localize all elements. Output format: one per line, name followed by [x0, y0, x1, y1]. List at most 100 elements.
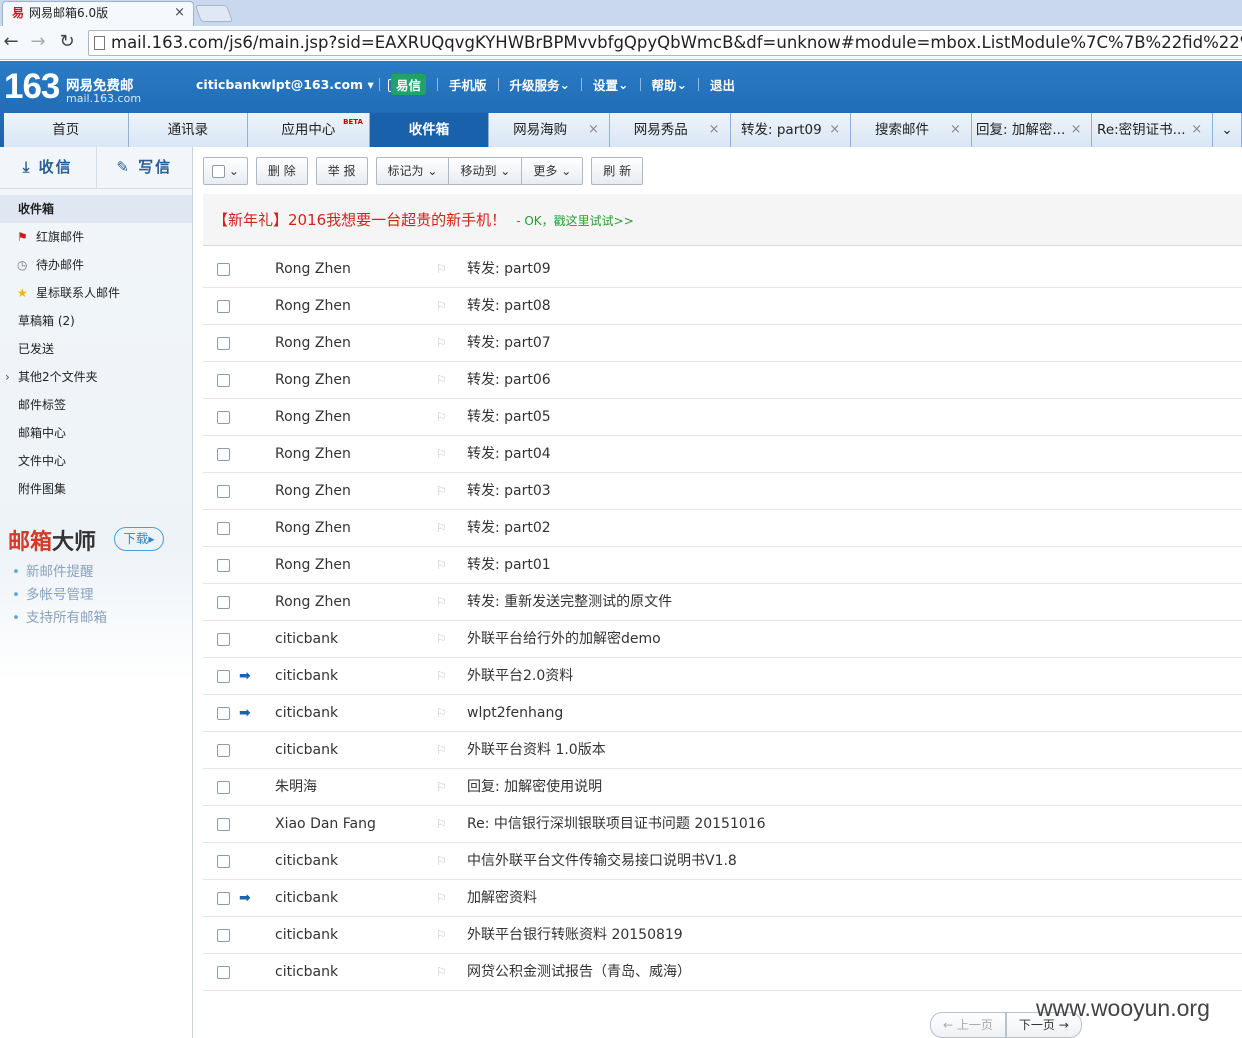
- close-icon[interactable]: ×: [709, 113, 720, 147]
- flag-icon[interactable]: ⚐: [436, 769, 447, 806]
- mail-subject[interactable]: 转发: part09: [467, 251, 551, 288]
- mail-subject[interactable]: 外联平台银行转账资料 20150819: [467, 917, 683, 954]
- mail-subject[interactable]: 中信外联平台文件传输交易接口说明书V1.8: [467, 843, 737, 880]
- tab-search-mail[interactable]: 搜索邮件 ×: [851, 113, 972, 147]
- table-row[interactable]: Rong Zhen ⚐ 转发: part01: [203, 547, 1242, 584]
- tab-fwd-part09[interactable]: 转发: part09 ×: [730, 113, 852, 147]
- mail-from[interactable]: citicbank: [275, 843, 338, 880]
- mail-subject[interactable]: wlpt2fenhang: [467, 695, 563, 732]
- mail-from[interactable]: citicbank: [275, 880, 338, 917]
- mail-subject[interactable]: 外联平台资料 1.0版本: [467, 732, 606, 769]
- row-checkbox[interactable]: [217, 818, 230, 831]
- flag-icon[interactable]: ⚐: [436, 288, 447, 325]
- mail-subject[interactable]: 转发: part05: [467, 399, 551, 436]
- row-checkbox[interactable]: [217, 707, 230, 720]
- back-arrow-icon[interactable]: ←: [0, 31, 22, 53]
- flag-icon[interactable]: ⚐: [436, 843, 447, 880]
- download-button[interactable]: 下载▸: [114, 527, 164, 551]
- table-row[interactable]: Rong Zhen ⚐ 转发: part05: [203, 399, 1242, 436]
- tab-haigou[interactable]: 网易海购 ×: [489, 113, 610, 147]
- row-checkbox[interactable]: [217, 300, 230, 313]
- mail-subject[interactable]: 转发: part07: [467, 325, 551, 362]
- close-icon[interactable]: ×: [1071, 113, 1082, 147]
- sidebar-item-star-contacts[interactable]: ★ 星标联系人邮件: [0, 279, 192, 307]
- table-row[interactable]: ➡ citicbank ⚐ wlpt2fenhang: [203, 695, 1242, 732]
- tab-home[interactable]: 首页: [4, 113, 129, 147]
- row-checkbox[interactable]: [217, 744, 230, 757]
- table-row[interactable]: Xiao Dan Fang ⚐ Re: 中信银行深圳银联项目证书问题 2015101…: [203, 806, 1242, 843]
- table-row[interactable]: ➡ citicbank ⚐ 加解密资料: [203, 880, 1242, 917]
- mail-subject[interactable]: 转发: part03: [467, 473, 551, 510]
- table-row[interactable]: Rong Zhen ⚐ 转发: part03: [203, 473, 1242, 510]
- menu-help[interactable]: 帮助: [652, 75, 677, 94]
- table-row[interactable]: citicbank ⚐ 外联平台银行转账资料 20150819: [203, 917, 1242, 954]
- table-row[interactable]: Rong Zhen ⚐ 转发: part09: [203, 251, 1242, 288]
- mail-subject[interactable]: 回复: 加解密使用说明: [467, 769, 602, 806]
- mail-subject[interactable]: 转发: part01: [467, 547, 551, 584]
- row-checkbox[interactable]: [217, 670, 230, 683]
- table-row[interactable]: citicbank ⚐ 外联平台资料 1.0版本: [203, 732, 1242, 769]
- close-icon[interactable]: ×: [1191, 113, 1202, 147]
- mail-subject[interactable]: 转发: 重新发送完整测试的原文件: [467, 584, 672, 621]
- mail-subject[interactable]: Re: 中信银行深圳银联项目证书问题 20151016: [467, 806, 766, 843]
- flag-icon[interactable]: ⚐: [436, 695, 447, 732]
- row-checkbox[interactable]: [217, 337, 230, 350]
- move-to-button[interactable]: 移动到 ⌄: [449, 157, 523, 185]
- flag-icon[interactable]: ⚐: [436, 547, 447, 584]
- tab-app-center[interactable]: 应用中心 BETA: [248, 113, 370, 147]
- prev-page-button[interactable]: ← 上一页: [930, 1012, 1006, 1038]
- mark-as-button[interactable]: 标记为 ⌄: [375, 157, 450, 185]
- chevron-right-icon[interactable]: ›: [5, 363, 10, 391]
- row-checkbox[interactable]: [217, 892, 230, 905]
- promo-link[interactable]: - OK，戳这里试试>>: [516, 214, 634, 228]
- flag-icon[interactable]: ⚐: [436, 362, 447, 399]
- flag-icon[interactable]: ⚐: [436, 436, 447, 473]
- account-menu[interactable]: citicbankwlpt@163.com ▾: [196, 77, 398, 92]
- select-all-checkbox[interactable]: [212, 165, 225, 178]
- mail-master-title[interactable]: 邮箱大师: [8, 524, 96, 556]
- table-row[interactable]: Rong Zhen ⚐ 转发: part02: [203, 510, 1242, 547]
- mail-subject[interactable]: 外联平台2.0资料: [467, 658, 573, 695]
- table-row[interactable]: Rong Zhen ⚐ 转发: part07: [203, 325, 1242, 362]
- sidebar-item-drafts[interactable]: 草稿箱 (2): [0, 307, 192, 335]
- logo-number[interactable]: 163: [4, 67, 60, 107]
- close-icon[interactable]: ×: [950, 113, 961, 147]
- flag-icon[interactable]: ⚐: [436, 954, 447, 991]
- flag-icon[interactable]: ⚐: [436, 473, 447, 510]
- row-checkbox[interactable]: [217, 485, 230, 498]
- menu-upgrade[interactable]: 升级服务: [510, 75, 560, 94]
- write-button[interactable]: ✎ 写信: [97, 147, 193, 188]
- browser-tab[interactable]: 易 网易邮箱6.0版 ×: [2, 1, 194, 26]
- address-bar[interactable]: mail.163.com/js6/main.jsp?sid=EAXRUQqvgK…: [88, 30, 1242, 56]
- sidebar-item-todo[interactable]: ◷ 待办邮件: [0, 251, 192, 279]
- sidebar-item-attachments[interactable]: 附件图集: [0, 475, 192, 503]
- promo-text[interactable]: 【新年礼】2016我想要一台超贵的新手机！: [213, 211, 506, 229]
- mail-from[interactable]: Rong Zhen: [275, 510, 351, 547]
- tab-re-key-cert[interactable]: Re:密钥证书... ×: [1092, 113, 1214, 147]
- table-row[interactable]: Rong Zhen ⚐ 转发: 重新发送完整测试的原文件: [203, 584, 1242, 621]
- mail-subject[interactable]: 转发: part08: [467, 288, 551, 325]
- more-button[interactable]: 更多 ⌄: [522, 157, 584, 185]
- sidebar-item-sent[interactable]: 已发送: [0, 335, 192, 363]
- tab-close-icon[interactable]: ×: [174, 2, 185, 24]
- row-checkbox[interactable]: [217, 411, 230, 424]
- mail-from[interactable]: Rong Zhen: [275, 399, 351, 436]
- close-icon[interactable]: ×: [588, 113, 599, 147]
- row-checkbox[interactable]: [217, 633, 230, 646]
- select-all-dropdown[interactable]: ⌄: [203, 157, 248, 185]
- flag-icon[interactable]: ⚐: [436, 880, 447, 917]
- menu-logout[interactable]: 退出: [710, 75, 735, 94]
- mail-subject[interactable]: 网贷公积金测试报告（青岛、威海）: [467, 954, 691, 991]
- mail-from[interactable]: citicbank: [275, 732, 338, 769]
- row-checkbox[interactable]: [217, 522, 230, 535]
- row-checkbox[interactable]: [217, 855, 230, 868]
- flag-icon[interactable]: ⚐: [436, 251, 447, 288]
- mail-from[interactable]: Rong Zhen: [275, 584, 351, 621]
- mail-subject[interactable]: 转发: part04: [467, 436, 551, 473]
- table-row[interactable]: ➡ citicbank ⚐ 外联平台2.0资料: [203, 658, 1242, 695]
- row-checkbox[interactable]: [217, 781, 230, 794]
- row-checkbox[interactable]: [217, 448, 230, 461]
- mail-subject[interactable]: 转发: part02: [467, 510, 551, 547]
- tab-reply-decrypt[interactable]: 回复: 加解密... ×: [971, 113, 1093, 147]
- table-row[interactable]: Rong Zhen ⚐ 转发: part06: [203, 362, 1242, 399]
